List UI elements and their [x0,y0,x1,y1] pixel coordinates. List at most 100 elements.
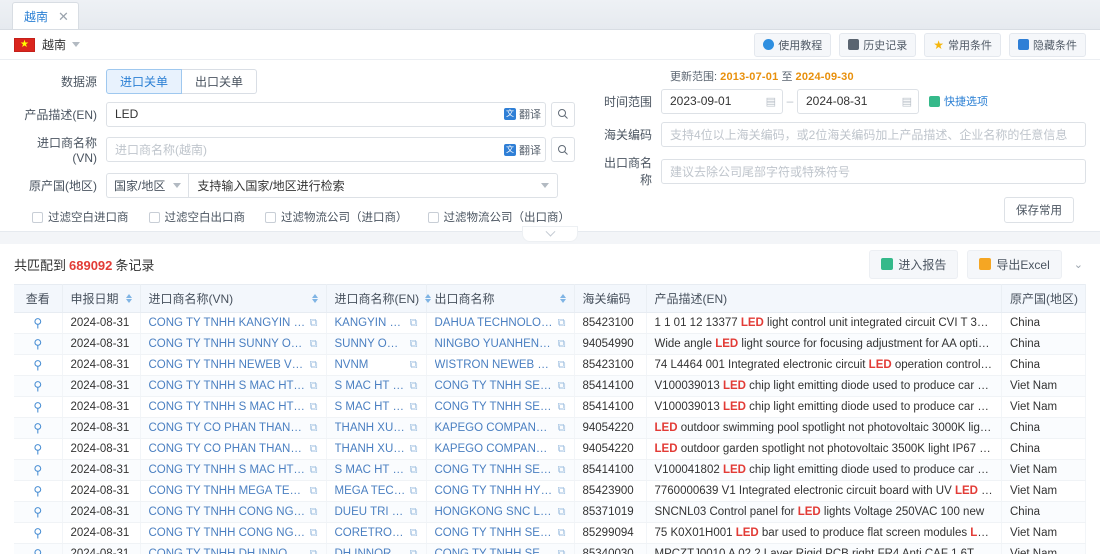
origin-type-select[interactable]: 国家/地区 [106,172,189,198]
cell-text[interactable]: CÔNG TY TNHH KANGYIN ELECTRONIC T [149,317,306,329]
copy-icon[interactable]: ⧉ [558,485,566,498]
column-header-importer-en[interactable]: 进口商名称(EN) [326,284,432,313]
table-row[interactable]: ⚲2024-08-31CÔNG TY TNHH MEGA TECHNOLOGY … [14,480,1086,502]
magnifier-icon[interactable]: ⚲ [33,337,42,351]
copy-icon[interactable]: ⧉ [410,317,418,330]
quick-option-link[interactable]: 快捷选项 [929,93,988,109]
column-header-declaration-date[interactable]: 申报日期 [62,284,141,313]
copy-icon[interactable]: ⧉ [310,464,318,477]
product-description-input[interactable]: LED 文 翻译 [106,101,546,127]
copy-icon[interactable]: ⧉ [410,380,418,393]
translate-button-product[interactable]: 文 翻译 [498,106,541,122]
copy-icon[interactable]: ⧉ [310,548,318,554]
magnifier-icon[interactable]: ⚲ [33,400,42,414]
magnifier-icon[interactable]: ⚲ [33,442,42,456]
copy-icon[interactable]: ⧉ [310,338,318,351]
magnifier-icon[interactable]: ⚲ [33,379,42,393]
export-excel-button[interactable]: 导出Excel [967,249,1062,279]
cell-text[interactable]: KAPEGO COMPANY LIMITED [435,422,554,434]
hide-conditions-button[interactable]: 隐藏条件 [1009,32,1086,57]
close-icon[interactable]: ✕ [58,10,69,23]
chevron-down-icon[interactable] [72,42,81,47]
cell-text[interactable]: KANGYIN ELECT [335,317,406,329]
copy-icon[interactable]: ⧉ [410,485,418,498]
copy-icon[interactable]: ⧉ [310,422,318,435]
copy-icon[interactable]: ⧉ [410,338,418,351]
copy-icon[interactable]: ⧉ [558,548,566,554]
copy-icon[interactable]: ⧉ [558,443,566,456]
copy-icon[interactable]: ⧉ [310,317,318,330]
table-row[interactable]: ⚲2024-08-31CÔNG TY TNHH KANGYIN ELECTRON… [14,312,1086,334]
cell-text[interactable]: THANH XUAN JS [335,422,406,434]
copy-icon[interactable]: ⧉ [410,527,418,540]
cell-text[interactable]: CÔNG TY CỔ PHẦN THANH XUÂN [149,422,306,434]
cell-text[interactable]: THANH XUAN JS [335,443,406,455]
favorites-button[interactable]: ★ 常用条件 [924,32,1001,57]
table-row[interactable]: ⚲2024-08-31CÔNG TY TNHH S MAC HT VINA⧉S … [14,375,1086,397]
cell-text[interactable]: DAHUA TECHNOLOGY HK LIMITED [435,317,554,329]
translate-button-importer[interactable]: 文 翻译 [498,142,541,158]
magnifier-icon[interactable]: ⚲ [33,316,42,330]
cell-text[interactable]: CÔNG TY TNHH SUNNY OPOTECH VIỆT [149,338,306,350]
cell-text[interactable]: HONGKONG SNC LIGHTING CO LIMITED [435,506,554,518]
magnifier-icon[interactable]: ⚲ [33,358,42,372]
cell-text[interactable]: DH INNOREX VI [335,548,406,554]
cell-text[interactable]: NVNM [335,359,406,371]
copy-icon[interactable]: ⧉ [310,506,318,519]
checkbox-filter-empty-importer[interactable]: 过滤空白进口商 [32,209,129,225]
history-button[interactable]: 历史记录 [839,32,917,57]
cell-text[interactable]: CÔNG TY CỔ PHẦN THANH XUÂN [149,443,306,455]
table-row[interactable]: ⚲2024-08-31CÔNG TY TNHH SUNNY OPOTECH VI… [14,333,1086,355]
sort-icon[interactable] [125,294,132,303]
cell-text[interactable]: CONG TY TNHH SEOUL SEMICONDUCTO [435,380,554,392]
copy-icon[interactable]: ⧉ [410,359,418,372]
copy-icon[interactable]: ⧉ [558,401,566,414]
copy-icon[interactable]: ⧉ [558,317,566,330]
table-row[interactable]: ⚲2024-08-31CÔNG TY TNHH CÔNG NGHỆ SÁNG T… [14,501,1086,523]
column-header-exporter[interactable]: 出口商名称 [426,284,575,313]
copy-icon[interactable]: ⧉ [410,422,418,435]
cell-text[interactable]: CORETRONIC TE [335,527,406,539]
cell-text[interactable]: CONG TY TNHH HYOSUNG FINANCIAL S [435,485,554,497]
copy-icon[interactable]: ⧉ [558,506,566,519]
table-row[interactable]: ⚲2024-08-31CÔNG TY CỔ PHẦN THANH XUÂN⧉TH… [14,438,1086,460]
importer-search-assist-button[interactable] [551,137,575,162]
column-header-product-description[interactable]: 产品描述(EN) [646,284,1002,313]
cell-text[interactable]: CONG TY TNHH SEOJIN AUTO [435,548,554,554]
collapse-panel-button[interactable] [522,226,578,242]
cell-text[interactable]: CONG TY TNHH SEOUL SEMICONDUCTO [435,527,554,539]
copy-icon[interactable]: ⧉ [410,506,418,519]
column-header-view[interactable]: 查看 [14,284,63,313]
cell-text[interactable]: CÔNG TY TNHH CÔNG NGHỆ SÁNG TẠO [149,506,306,518]
copy-icon[interactable]: ⧉ [558,380,566,393]
copy-icon[interactable]: ⧉ [310,401,318,414]
checkbox-filter-logistics-exporter[interactable]: 过滤物流公司（出口商） [427,209,570,225]
cell-text[interactable]: S MAC HT VINA [335,380,406,392]
cell-text[interactable]: S MAC HT VINA [335,464,406,476]
sort-icon[interactable] [311,294,318,303]
export-dropdown-icon[interactable]: ⌄ [1071,258,1086,271]
table-row[interactable]: ⚲2024-08-31CÔNG TY TNHH CÔNG NGHỆ CORETR… [14,522,1086,544]
hs-code-input[interactable]: 支持4位以上海关编码，或2位海关编码加上产品描述、企业名称的任意信息 [661,121,1086,147]
copy-icon[interactable]: ⧉ [410,548,418,554]
save-common-button[interactable]: 保存常用 [1004,197,1074,223]
copy-icon[interactable]: ⧉ [310,443,318,456]
cell-text[interactable]: CÔNG TY TNHH DH INNOREX VINA [149,548,306,554]
copy-icon[interactable]: ⧉ [558,464,566,477]
magnifier-icon[interactable]: ⚲ [33,547,42,554]
magnifier-icon[interactable]: ⚲ [33,526,42,540]
cell-text[interactable]: S MAC HT VINA [335,401,406,413]
column-header-importer-vn[interactable]: 进口商名称(VN) [140,284,327,313]
sort-icon[interactable] [559,294,566,303]
column-header-origin[interactable]: 原产国(地区) [1001,284,1086,313]
table-row[interactable]: ⚲2024-08-31CÔNG TY TNHH S MAC HT VINA⧉S … [14,396,1086,418]
cell-text[interactable]: CÔNG TY TNHH MEGA TECHNOLOGY AN [149,485,306,497]
copy-icon[interactable]: ⧉ [310,380,318,393]
cell-text[interactable]: DUEU TRI CREAT [335,506,406,518]
table-row[interactable]: ⚲ 2024-08-31 CÔNG TY TNHH DH INNOREX VINA ⧉… [14,543,1086,554]
copy-icon[interactable]: ⧉ [410,464,418,477]
importer-vn-input[interactable]: 进口商名称(越南) 文 翻译 [106,137,546,162]
date-start-input[interactable]: 2023-09-01 ▤ [661,88,783,114]
cell-text[interactable]: CÔNG TY TNHH S MAC HT VINA [149,464,306,476]
tutorial-button[interactable]: 使用教程 [754,32,832,57]
